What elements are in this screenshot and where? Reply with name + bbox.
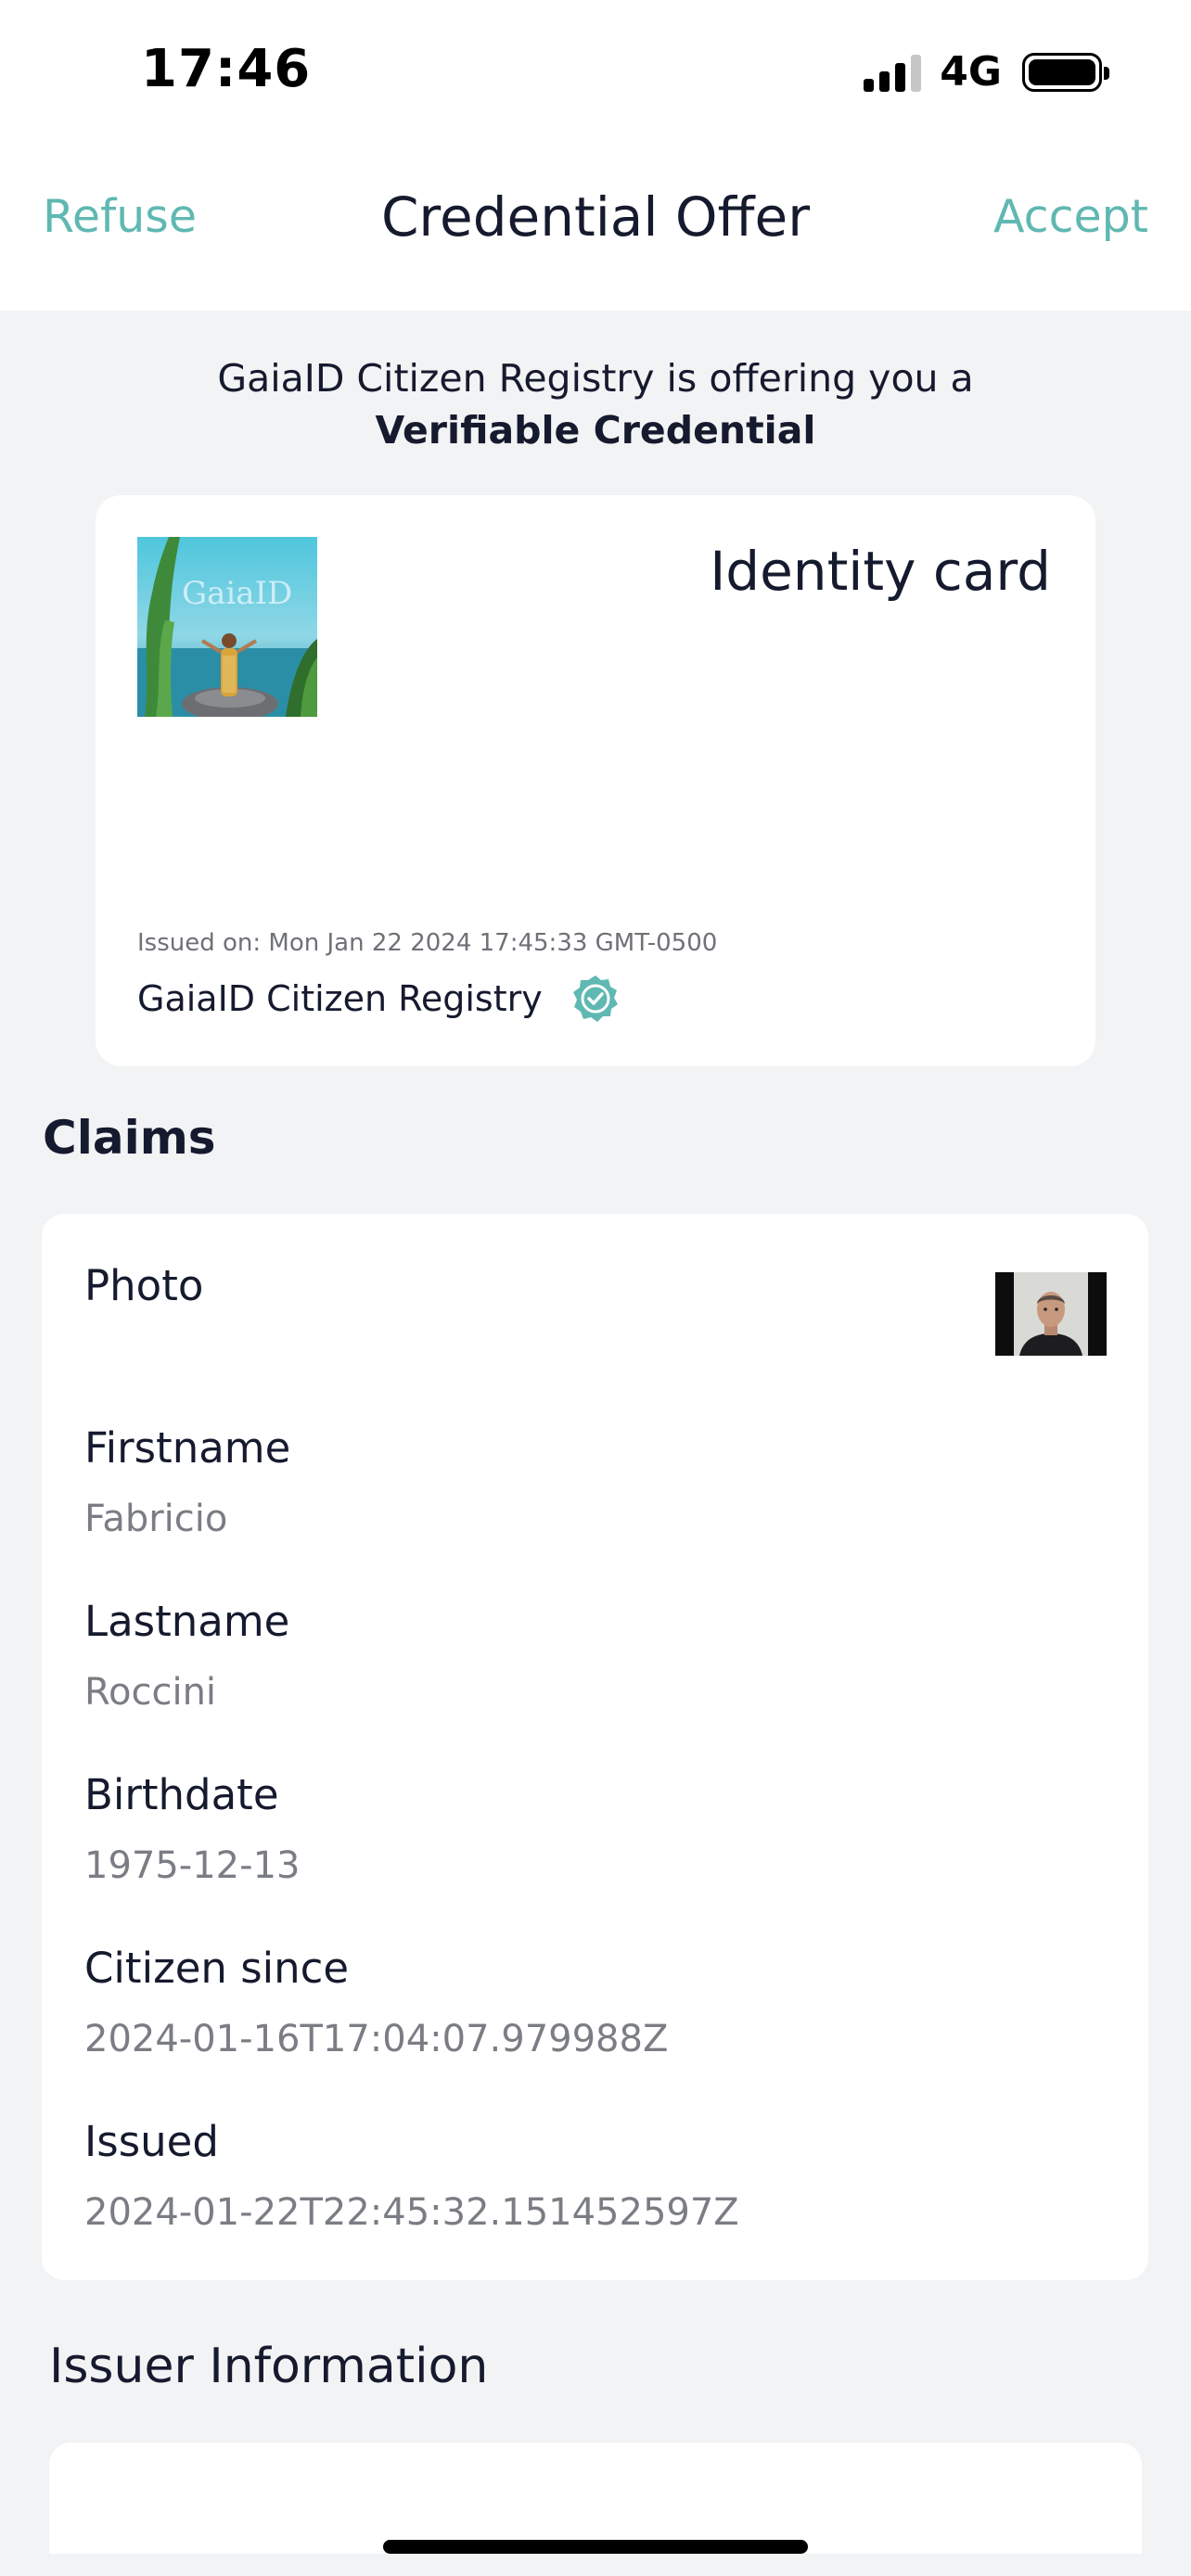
claim-value-lastname: Roccini — [84, 1671, 217, 1714]
claim-photo-thumbnail[interactable] — [995, 1272, 1107, 1356]
accept-button[interactable]: Accept — [993, 190, 1148, 243]
network-type: 4G — [940, 48, 1002, 96]
home-indicator[interactable] — [383, 2540, 808, 2554]
status-time: 17:46 — [141, 39, 312, 99]
claim-value-firstname: Fabricio — [84, 1498, 228, 1540]
claims-card: Photo Firstname Fabricio Lastname Roccin… — [42, 1214, 1148, 2280]
top-bar: 17:46 4G Refuse Credential Offer Accept — [0, 0, 1191, 311]
credential-logo: GaiaID — [137, 537, 317, 717]
claim-value-citizen-since: 2024-01-16T17:04:07.979988Z — [84, 2018, 669, 2060]
issuer-information-card — [49, 2442, 1142, 2554]
logo-lettering: GaiaID — [182, 575, 292, 612]
offer-message: GaiaID Citizen Registry is offering you … — [0, 352, 1191, 456]
credential-card[interactable]: GaiaID Identity card Issued on: Mon Jan … — [96, 495, 1095, 1066]
claim-label-lastname: Lastname — [84, 1597, 290, 1646]
claim-label-birthdate: Birthdate — [84, 1770, 279, 1819]
claim-label-photo: Photo — [84, 1261, 204, 1310]
verified-badge-icon — [570, 974, 621, 1024]
issuer-row: GaiaID Citizen Registry — [137, 974, 621, 1024]
issuer-name: GaiaID Citizen Registry — [137, 978, 543, 1019]
signal-icon — [864, 53, 922, 92]
claims-heading: Claims — [43, 1111, 216, 1165]
battery-icon — [1022, 52, 1109, 92]
issued-on-date: Issued on: Mon Jan 22 2024 17:45:33 GMT-… — [137, 929, 718, 957]
claim-label-firstname: Firstname — [84, 1423, 291, 1473]
credential-title: Identity card — [710, 540, 1051, 603]
offer-line: GaiaID Citizen Registry is offering you … — [217, 356, 974, 401]
offer-credential-type: Verifiable Credential — [375, 408, 816, 453]
status-indicators: 4G — [864, 48, 1109, 96]
claim-value-issued: 2024-01-22T22:45:32.151452597Z — [84, 2191, 739, 2234]
claim-label-issued: Issued — [84, 2117, 219, 2166]
claim-value-birthdate: 1975-12-13 — [84, 1844, 301, 1887]
issuer-information-heading: Issuer Information — [49, 2339, 489, 2394]
claim-label-citizen-since: Citizen since — [84, 1944, 350, 1993]
